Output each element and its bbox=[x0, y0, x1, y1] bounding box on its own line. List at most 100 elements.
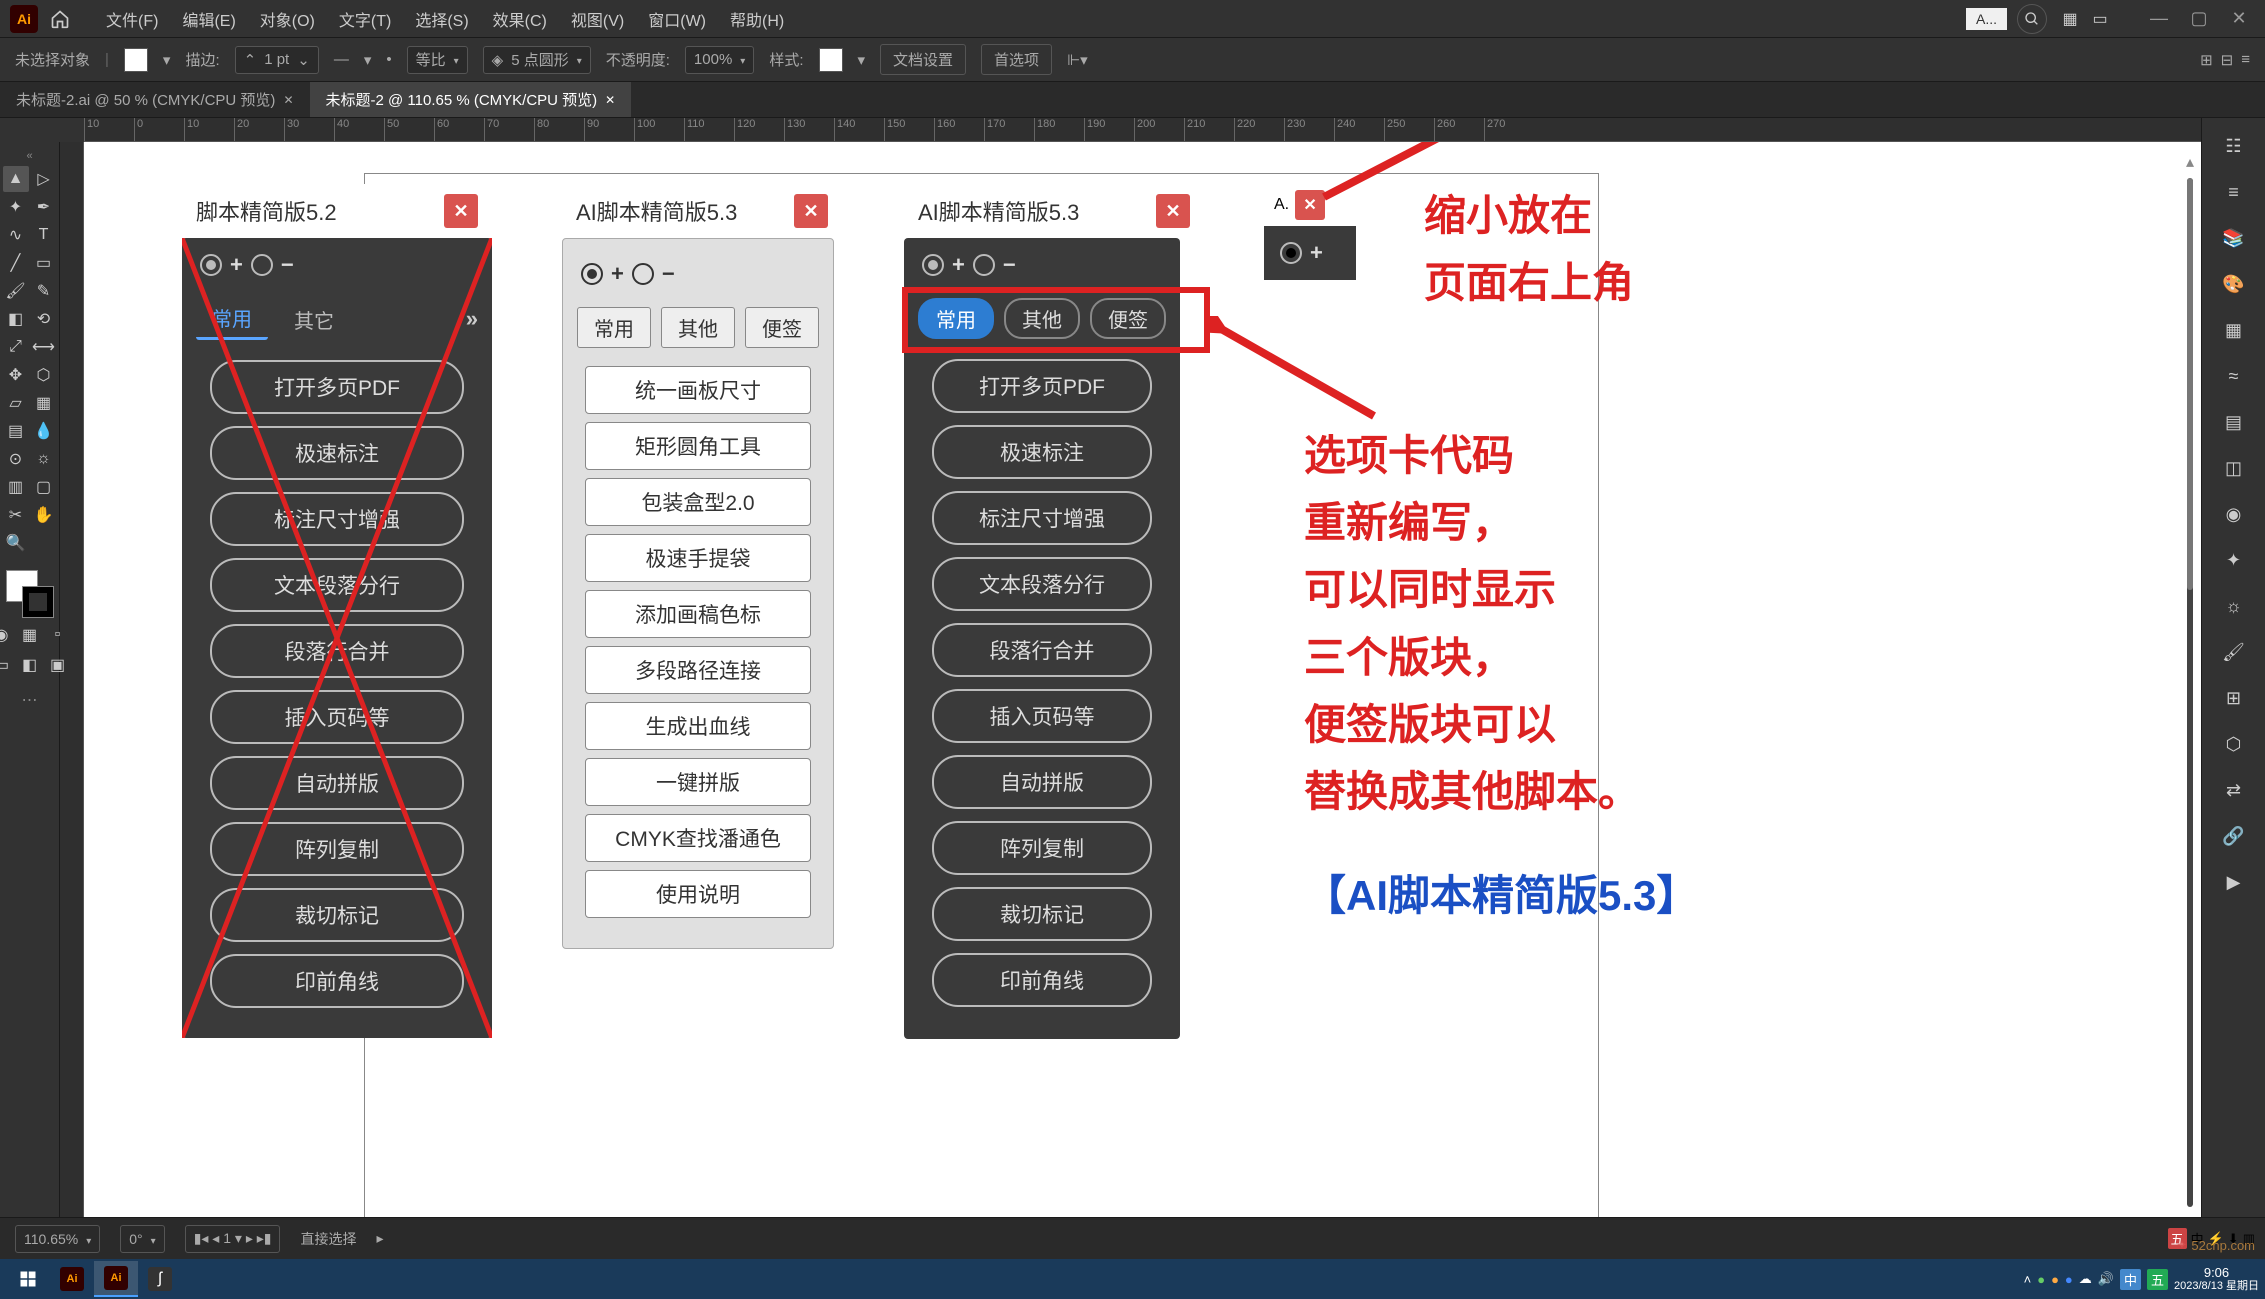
script-button[interactable]: 文本段落分行 bbox=[932, 557, 1152, 611]
pen-tool-icon[interactable]: ✒ bbox=[31, 194, 57, 220]
tab-other[interactable]: 其它 bbox=[278, 300, 350, 339]
pencil-tool-icon[interactable]: ✎ bbox=[31, 278, 57, 304]
play-panel-icon[interactable]: ▶ bbox=[2214, 862, 2254, 902]
brushes-panel-icon[interactable]: 🖌 bbox=[2214, 632, 2254, 672]
radio-unchecked-icon[interactable] bbox=[251, 254, 273, 276]
close-button[interactable]: ✕ bbox=[1156, 194, 1190, 228]
script-button[interactable]: 统一画板尺寸 bbox=[585, 366, 811, 414]
plus-icon[interactable]: + bbox=[611, 261, 624, 287]
fill-swatch[interactable] bbox=[124, 48, 148, 72]
panel-menu-icon[interactable]: ≡ bbox=[2241, 51, 2250, 69]
script-button[interactable]: 极速标注 bbox=[210, 426, 464, 480]
script-button[interactable]: 一键拼版 bbox=[585, 758, 811, 806]
script-button[interactable]: 插入页码等 bbox=[210, 690, 464, 744]
graphic-styles-panel-icon[interactable]: ✦ bbox=[2214, 540, 2254, 580]
script-button[interactable]: 文本段落分行 bbox=[210, 558, 464, 612]
pathfinder-panel-icon[interactable]: ⬡ bbox=[2214, 724, 2254, 764]
draw-behind-icon[interactable]: ◧ bbox=[17, 652, 43, 678]
panel-toggle-icon[interactable]: ⊞ bbox=[2200, 51, 2213, 69]
selection-tool-icon[interactable]: ▲ bbox=[3, 166, 29, 192]
shape-builder-tool-icon[interactable]: ⬡ bbox=[31, 362, 57, 388]
mesh-tool-icon[interactable]: ▦ bbox=[31, 390, 57, 416]
script-button[interactable]: 矩形圆角工具 bbox=[585, 422, 811, 470]
gradient-tool-icon[interactable]: ▤ bbox=[3, 418, 29, 444]
workspace-switcher-icon[interactable]: ▭ bbox=[2087, 6, 2113, 32]
taskbar-clock[interactable]: 9:06 2023/8/13 星期日 bbox=[2174, 1265, 2259, 1294]
maximize-button[interactable]: ▢ bbox=[2183, 7, 2215, 31]
menu-item[interactable]: 选择(S) bbox=[403, 7, 480, 31]
perspective-tool-icon[interactable]: ▱ bbox=[3, 390, 29, 416]
panel-collapse-icon[interactable]: ⊟ bbox=[2221, 51, 2234, 69]
style-swatch[interactable] bbox=[819, 48, 843, 72]
script-button[interactable]: 自动拼版 bbox=[210, 756, 464, 810]
search-icon[interactable] bbox=[2017, 4, 2047, 34]
script-button[interactable]: 插入页码等 bbox=[932, 689, 1152, 743]
ime-icon[interactable]: 五 bbox=[2147, 1269, 2168, 1290]
free-tool-icon[interactable]: ✥ bbox=[3, 362, 29, 388]
tab-doc-2[interactable]: 未标题-2 @ 110.65 % (CMYK/CPU 预览)✕ bbox=[310, 82, 632, 117]
script-button[interactable]: 标注尺寸增强 bbox=[932, 491, 1152, 545]
close-icon[interactable]: ✕ bbox=[605, 93, 615, 107]
line-tool-icon[interactable]: ╱ bbox=[3, 250, 29, 276]
stroke-panel-icon[interactable]: ≈ bbox=[2214, 356, 2254, 396]
stroke-weight-input[interactable]: ⌃ 1 pt ⌄ bbox=[235, 46, 319, 74]
script-button[interactable]: 极速标注 bbox=[932, 425, 1152, 479]
opacity-input[interactable]: 100% bbox=[685, 46, 754, 74]
radio-checked-icon[interactable] bbox=[581, 263, 603, 285]
align-icon[interactable]: ⊩▾ bbox=[1067, 51, 1088, 69]
script-button[interactable]: 印前角线 bbox=[210, 954, 464, 1008]
gradient-panel-icon[interactable]: ▤ bbox=[2214, 402, 2254, 442]
menu-item[interactable]: 视图(V) bbox=[559, 7, 636, 31]
uniform-dropdown[interactable]: 等比 bbox=[407, 46, 468, 74]
brush-tool-icon[interactable]: 🖌 bbox=[3, 278, 29, 304]
script-button[interactable]: 阵列复制 bbox=[210, 822, 464, 876]
prefs-button[interactable]: 首选项 bbox=[981, 44, 1052, 75]
script-button[interactable]: 裁切标记 bbox=[932, 887, 1152, 941]
radio-unchecked-icon[interactable] bbox=[973, 254, 995, 276]
minus-icon[interactable]: − bbox=[662, 261, 675, 287]
script-button[interactable]: 自动拼版 bbox=[932, 755, 1152, 809]
script-button[interactable]: 多段路径连接 bbox=[585, 646, 811, 694]
taskbar-app-ai-1[interactable]: Ai bbox=[50, 1261, 94, 1297]
script-button[interactable]: 打开多页PDF bbox=[210, 360, 464, 414]
blend-tool-icon[interactable]: ⊙ bbox=[3, 446, 29, 472]
symbol-tool-icon[interactable]: ☼ bbox=[31, 446, 57, 472]
fill-stroke-control[interactable] bbox=[6, 570, 54, 618]
tray-volume-icon[interactable]: 🔊 bbox=[2098, 1271, 2114, 1287]
wand-tool-icon[interactable]: ✦ bbox=[3, 194, 29, 220]
align-panel-icon[interactable]: ⊞ bbox=[2214, 678, 2254, 718]
direct-tool-icon[interactable]: ▷ bbox=[31, 166, 57, 192]
slice-tool-icon[interactable]: ✂ bbox=[3, 502, 29, 528]
none-mode-icon[interactable]: ▫ bbox=[45, 622, 71, 648]
script-button[interactable]: 添加画稿色标 bbox=[585, 590, 811, 638]
menu-item[interactable]: 效果(C) bbox=[481, 7, 559, 31]
radio-checked-icon[interactable] bbox=[200, 254, 222, 276]
rect-tool-icon[interactable]: ▭ bbox=[31, 250, 57, 276]
corner-dropdown[interactable]: ◈ 5 点圆形 bbox=[483, 46, 591, 74]
menu-item[interactable]: 对象(O) bbox=[248, 7, 327, 31]
ruler-horizontal[interactable]: 1001020304050607080901001101201301401501… bbox=[84, 118, 2201, 142]
menu-item[interactable]: 帮助(H) bbox=[718, 7, 796, 31]
script-button[interactable]: 生成出血线 bbox=[585, 702, 811, 750]
script-button[interactable]: 阵列复制 bbox=[932, 821, 1152, 875]
taskbar-app-ai-2[interactable]: Ai bbox=[94, 1261, 138, 1297]
script-button[interactable]: 段落行合并 bbox=[932, 623, 1152, 677]
swatches-panel-icon[interactable]: ▦ bbox=[2214, 310, 2254, 350]
script-button[interactable]: 包装盒型2.0 bbox=[585, 478, 811, 526]
curvature-tool-icon[interactable]: ∿ bbox=[3, 222, 29, 248]
script-button[interactable]: 标注尺寸增强 bbox=[210, 492, 464, 546]
eyedropper-tool-icon[interactable]: 💧 bbox=[31, 418, 57, 444]
properties-panel-icon[interactable]: ☷ bbox=[2214, 126, 2254, 166]
script-button[interactable]: 使用说明 bbox=[585, 870, 811, 918]
plus-icon[interactable]: + bbox=[952, 252, 965, 278]
type-tool-icon[interactable]: T bbox=[31, 222, 57, 248]
canvas-area[interactable]: 脚本精简版5.2 ✕ + − 常用 其它 » 打开多页PDF极速标注标注尺寸增强… bbox=[84, 142, 2201, 1257]
close-button[interactable]: ✕ bbox=[444, 194, 478, 228]
tray-up-icon[interactable]: ˄ bbox=[2024, 1272, 2032, 1287]
ruler-vertical[interactable] bbox=[60, 142, 84, 1257]
script-button[interactable]: 打开多页PDF bbox=[932, 359, 1152, 413]
tray-icon[interactable]: ● bbox=[2051, 1272, 2059, 1287]
menu-item[interactable]: 编辑(E) bbox=[170, 7, 247, 31]
taskbar-app-other[interactable]: ʃ bbox=[138, 1261, 182, 1297]
minus-icon[interactable]: − bbox=[281, 252, 294, 278]
